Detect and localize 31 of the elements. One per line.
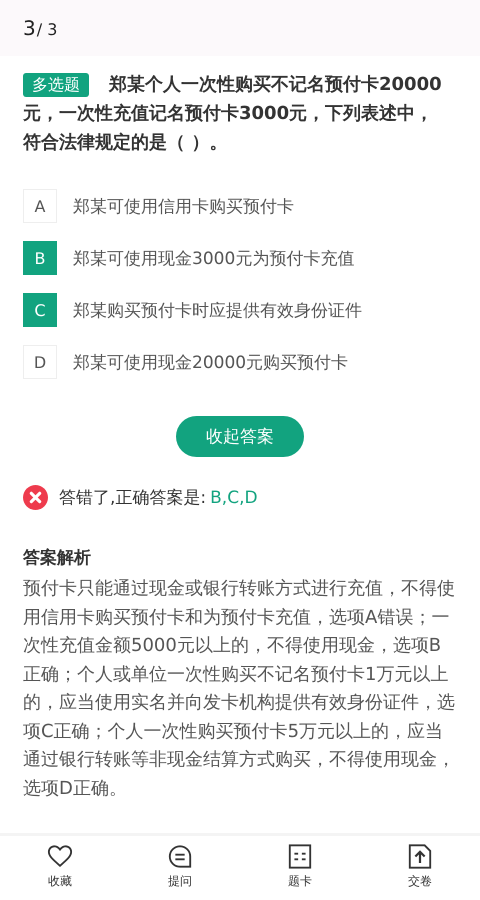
option-item[interactable]: B 郑某可使用现金3000元为预付卡充值 xyxy=(23,241,480,275)
nav-tab[interactable]: 提问 xyxy=(120,836,240,900)
option-text: 郑某可使用信用卡购买预付卡 xyxy=(73,196,294,218)
answer-card-icon xyxy=(287,844,313,869)
explanation-title: 答案解析 xyxy=(23,547,92,569)
correct-answer: B,C,D xyxy=(210,488,258,508)
option-text: 郑某可使用现金3000元为预付卡充值 xyxy=(73,248,354,270)
option-text: 郑某可使用现金20000元购买预付卡 xyxy=(73,352,348,374)
nav-tab[interactable]: 交卷 xyxy=(360,836,480,900)
nav-tab[interactable]: 收藏 xyxy=(0,836,120,900)
option-item[interactable]: C 郑某购买预付卡时应提供有效身份证件 xyxy=(23,293,480,327)
option-item[interactable]: D 郑某可使用现金20000元购买预付卡 xyxy=(23,345,480,379)
question-counter: 3 xyxy=(23,16,36,40)
heart-icon xyxy=(47,844,73,869)
nav-label: 收藏 xyxy=(48,873,72,890)
speech-bubble-icon xyxy=(167,844,193,869)
option-letter: B xyxy=(23,241,57,275)
option-letter: C xyxy=(23,293,57,327)
nav-label: 提问 xyxy=(168,873,192,890)
question-text: 多选题 郑某个人一次性购买不记名预付卡20000元，一次性充值记名预付卡3000元，下列表述中，符合法律规定的是（ ）。 xyxy=(23,72,443,155)
question-total: / 3 xyxy=(36,20,58,39)
nav-tab[interactable]: 题卡 xyxy=(240,836,360,900)
nav-label: 题卡 xyxy=(288,873,312,890)
upload-document-icon xyxy=(407,844,433,869)
nav-label: 交卷 xyxy=(408,873,432,890)
explanation-text: 预付卡只能通过现金或银行转账方式进行充值，不得使用信用卡购买预付卡和为预付卡充值，选项A错误；一次性充值金额5000元以上的，不得使用现金，选项B正确；个人或单位一次性购买不记名预付卡1万元以上的，应当使用实名并向发卡机构提供有效身份证件，选项C正确；个人一次性购买预付卡5万元以上的，应当通过银行转账等非现金结算方式购买，不得使用现金，选项D正确。 xyxy=(23,577,456,800)
option-letter: A xyxy=(23,189,57,223)
result-message: 答错了,正确答案是: xyxy=(59,487,206,509)
option-letter: D xyxy=(23,345,57,379)
option-item[interactable]: A 郑某可使用信用卡购买预付卡 xyxy=(23,189,480,223)
option-text: 郑某购买预付卡时应提供有效身份证件 xyxy=(73,300,362,322)
